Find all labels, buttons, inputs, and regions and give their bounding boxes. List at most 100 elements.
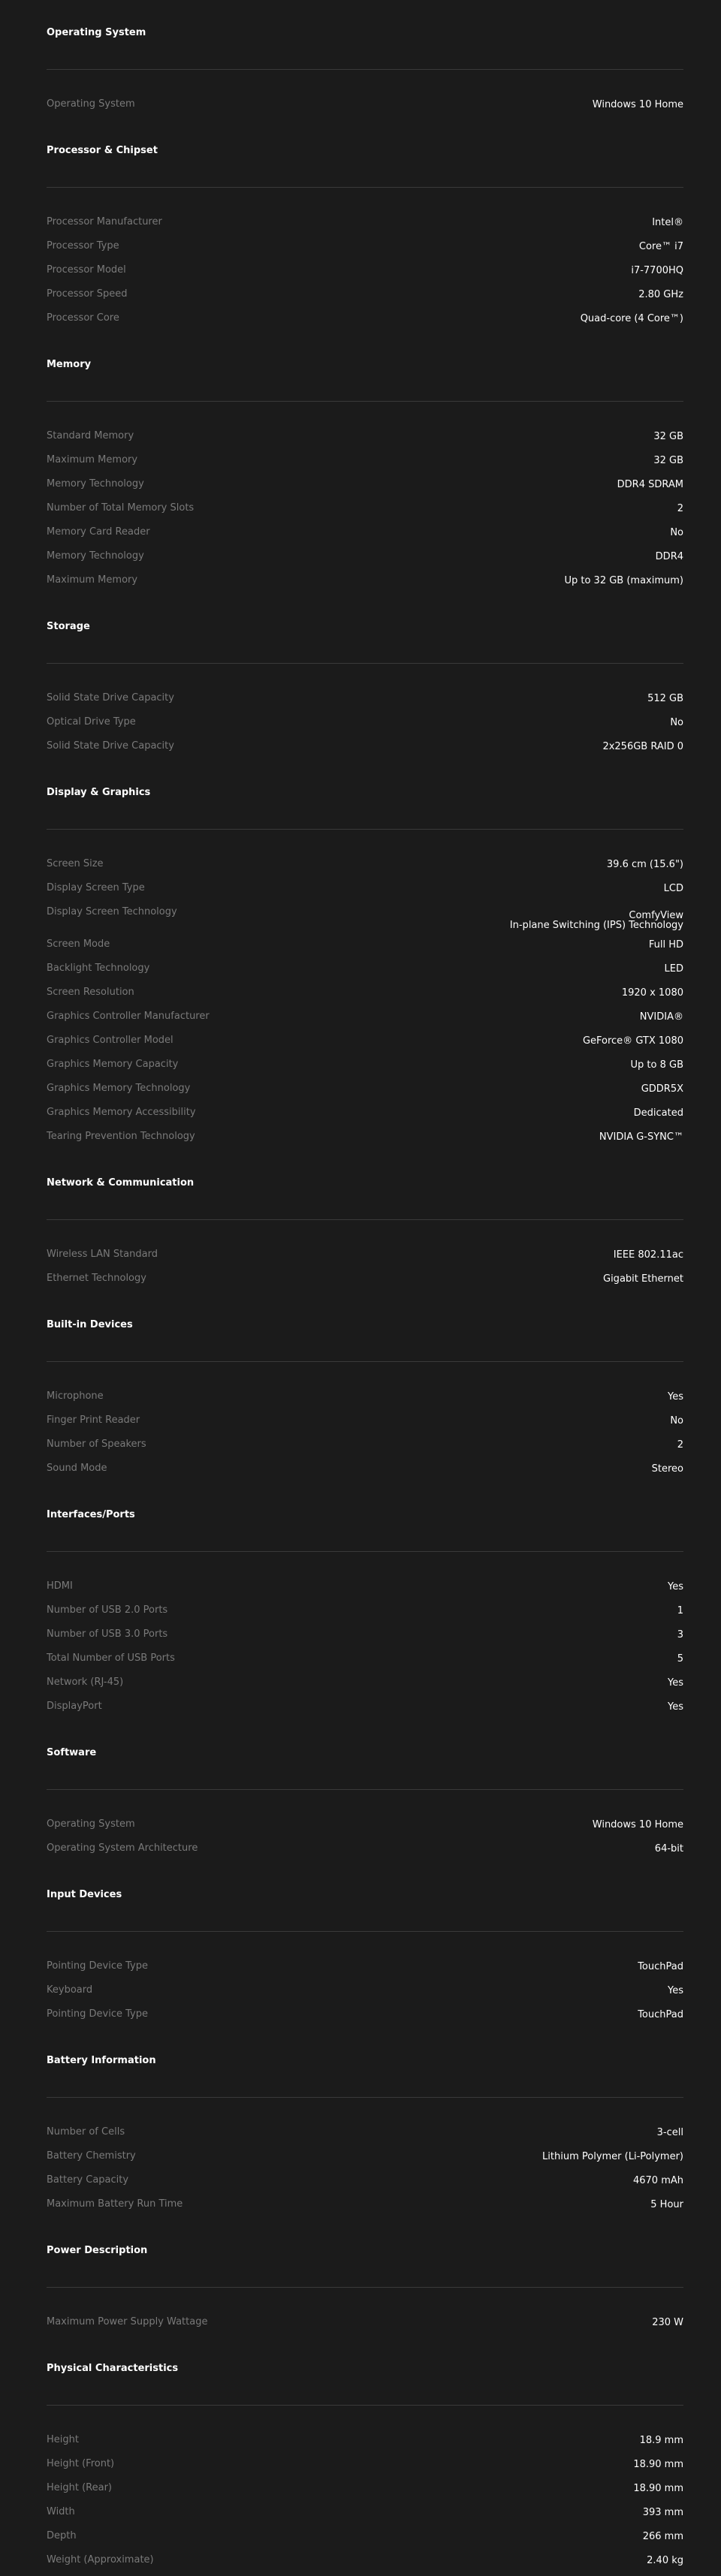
section-divider [47,1361,683,1362]
spec-label-graphics-controller-manufacturer: Graphics Controller Manufacturer [47,1011,210,1022]
spec-value-processor-speed: 2.80 GHz [638,289,683,300]
spec-label-graphics-memory-capacity: Graphics Memory Capacity [47,1059,179,1070]
spec-label-operating-system: Operating System [47,1818,135,1830]
spec-value-screen-mode: Full HD [648,939,683,951]
spec-label-processor-model: Processor Model [47,264,126,276]
section-title-interfaces-ports: Interfaces/Ports [47,1509,135,1520]
spec-label-processor-core: Processor Core [47,312,119,324]
spec-label-number-of-speakers: Number of Speakers [47,1439,146,1450]
section-divider [47,663,683,664]
spec-value-maximum-battery-run-time: 5 Hour [650,2199,683,2210]
section-divider [47,2287,683,2288]
section-divider [47,829,683,830]
spec-label-standard-memory: Standard Memory [47,430,134,441]
spec-label-graphics-controller-model: Graphics Controller Model [47,1035,173,1046]
spec-label-pointing-device-type: Pointing Device Type [47,1960,148,1972]
spec-value-operating-system-architecture: 64-bit [654,1843,683,1854]
spec-label-maximum-battery-run-time: Maximum Battery Run Time [47,2198,183,2210]
section-title-memory: Memory [47,359,92,370]
section-title-processor-chipset: Processor & Chipset [47,145,158,156]
spec-label-processor-type: Processor Type [47,240,119,252]
spec-label-screen-resolution: Screen Resolution [47,987,134,998]
spec-label-solid-state-drive-capacity: Solid State Drive Capacity [47,740,174,752]
section-divider [47,2405,683,2406]
spec-value-graphics-memory-capacity: Up to 8 GB [630,1059,683,1071]
spec-label-number-of-usb-3-0-ports: Number of USB 3.0 Ports [47,1628,168,1640]
section-title-storage: Storage [47,621,90,632]
spec-value-sound-mode: Stereo [651,1463,683,1475]
spec-value-operating-system: Windows 10 Home [592,99,683,110]
spec-label-maximum-memory: Maximum Memory [47,454,138,465]
spec-value-microphone: Yes [668,1391,683,1402]
spec-label-battery-capacity: Battery Capacity [47,2174,129,2186]
section-title-network-communication: Network & Communication [47,1177,195,1189]
spec-value-standard-memory: 32 GB [653,431,683,442]
spec-value-solid-state-drive-capacity: 2x256GB RAID 0 [602,741,683,752]
section-title-physical-characteristics: Physical Characteristics [47,2363,179,2374]
section-title-battery-information: Battery Information [47,2055,156,2066]
spec-value-wireless-lan-standard: IEEE 802.11ac [613,1249,683,1261]
spec-label-depth: Depth [47,2530,77,2541]
spec-label-ethernet-technology: Ethernet Technology [47,1273,146,1284]
spec-value-hdmi: Yes [668,1581,683,1592]
spec-value-processor-type: Core™ i7 [638,241,683,252]
spec-value-display-screen-technology: ComfyView In-plane Switching (IPS) Techn… [509,910,683,931]
section-divider [47,401,683,402]
spec-value-screen-size: 39.6 cm (15.6") [606,859,683,870]
spec-value-processor-model: i7-7700HQ [631,265,683,276]
spec-label-processor-speed: Processor Speed [47,288,128,300]
spec-label-screen-size: Screen Size [47,858,104,869]
spec-label-display-screen-type: Display Screen Type [47,882,145,893]
section-divider [47,2097,683,2098]
spec-value-weight-approximate: 2.40 kg [647,2555,683,2566]
spec-label-operating-system-architecture: Operating System Architecture [47,1842,198,1854]
spec-label-backlight-technology: Backlight Technology [47,963,150,974]
spec-value-battery-capacity: 4670 mAh [632,2175,683,2186]
spec-label-graphics-memory-technology: Graphics Memory Technology [47,1083,191,1094]
spec-value-number-of-cells: 3-cell [656,2127,683,2138]
section-title-operating-system: Operating System [47,27,146,38]
spec-value-network-rj-45: Yes [668,1677,683,1689]
spec-value-number-of-speakers: 2 [677,1439,683,1451]
spec-value-width: 393 mm [642,2507,683,2518]
spec-value-displayport: Yes [668,1701,683,1713]
spec-value-number-of-usb-2-0-ports: 1 [677,1605,683,1616]
spec-value-tearing-prevention-technology: NVIDIA G-SYNC™ [599,1131,683,1143]
section-title-software: Software [47,1747,97,1758]
spec-label-weight-approximate: Weight (Approximate) [47,2554,154,2565]
spec-value-finger-print-reader: No [670,1415,683,1427]
spec-value-graphics-controller-model: GeForce® GTX 1080 [582,1035,683,1047]
spec-value-height: 18.9 mm [639,2435,683,2446]
spec-value-maximum-power-supply-wattage: 230 W [652,2317,683,2328]
spec-value-processor-manufacturer: Intel® [652,217,683,228]
spec-label-maximum-memory: Maximum Memory [47,574,138,586]
spec-value-pointing-device-type: TouchPad [638,2009,683,2020]
section-title-display-graphics: Display & Graphics [47,787,151,798]
spec-label-memory-card-reader: Memory Card Reader [47,526,150,538]
spec-label-microphone: Microphone [47,1390,104,1402]
spec-label-tearing-prevention-technology: Tearing Prevention Technology [47,1131,195,1142]
spec-label-battery-chemistry: Battery Chemistry [47,2150,136,2162]
spec-label-memory-technology: Memory Technology [47,550,144,562]
spec-label-total-number-of-usb-ports: Total Number of USB Ports [47,1653,175,1664]
spec-value-maximum-memory: Up to 32 GB (maximum) [564,575,683,586]
section-divider [47,1789,683,1790]
spec-value-pointing-device-type: TouchPad [638,1961,683,1972]
section-divider [47,1551,683,1552]
spec-value-memory-technology: DDR4 [655,551,683,562]
spec-label-number-of-cells: Number of Cells [47,2126,125,2138]
spec-label-finger-print-reader: Finger Print Reader [47,1415,140,1426]
spec-value-total-number-of-usb-ports: 5 [677,1653,683,1665]
spec-label-number-of-usb-2-0-ports: Number of USB 2.0 Ports [47,1604,168,1616]
spec-label-displayport: DisplayPort [47,1701,102,1712]
section-divider [47,69,683,70]
spec-value-backlight-technology: LED [664,963,683,975]
spec-label-network-rj-45: Network (RJ-45) [47,1677,124,1688]
spec-value-memory-technology: DDR4 SDRAM [617,479,683,490]
spec-label-sound-mode: Sound Mode [47,1463,107,1474]
spec-value-graphics-controller-manufacturer: NVIDIA® [639,1011,683,1023]
spec-value-ethernet-technology: Gigabit Ethernet [603,1273,683,1285]
spec-label-screen-mode: Screen Mode [47,939,110,950]
spec-value-processor-core: Quad-core (4 Core™) [580,313,683,324]
spec-value-operating-system: Windows 10 Home [592,1819,683,1830]
